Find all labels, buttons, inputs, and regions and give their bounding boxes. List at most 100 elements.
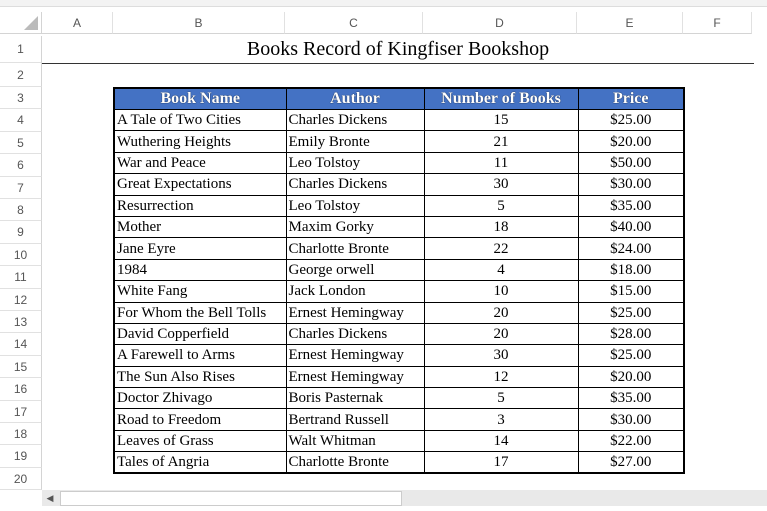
number-of-books-cell[interactable]: 3 [423,408,579,431]
author-cell[interactable]: Ernest Hemingway [285,365,425,389]
horizontal-scrollbar[interactable]: ◀ [42,490,767,506]
price-cell[interactable]: $50.00 [577,151,685,175]
row-header-16[interactable]: 16 [0,378,42,401]
author-cell[interactable]: Leo Tolstoy [285,151,425,175]
price-cell[interactable]: $27.00 [577,451,685,474]
author-cell[interactable]: Leo Tolstoy [285,194,425,217]
author-cell[interactable]: Charles Dickens [285,108,425,132]
row-header-7[interactable]: 7 [0,176,42,199]
number-of-books-cell[interactable]: 20 [423,322,579,346]
author-cell[interactable]: Walt Whitman [285,429,425,453]
number-of-books-cell[interactable]: 30 [423,344,579,367]
price-cell[interactable]: $24.00 [577,237,685,260]
author-cell[interactable]: Charlotte Bronte [285,451,425,474]
number-of-books-cell[interactable]: 10 [423,280,579,303]
row-header-4[interactable]: 4 [0,109,42,132]
row-header-1[interactable]: 1 [0,36,42,63]
price-cell[interactable]: $25.00 [577,344,685,367]
select-all-button[interactable] [0,12,42,34]
book-name-cell[interactable]: Resurrection [113,194,287,217]
price-cell[interactable]: $30.00 [577,408,685,431]
price-cell[interactable]: $28.00 [577,322,685,346]
price-cell[interactable]: $40.00 [577,215,685,239]
author-cell[interactable]: Boris Pasternak [285,387,425,410]
book-name-cell[interactable]: Leaves of Grass [113,429,287,453]
book-name-cell[interactable]: David Copperfield [113,322,287,346]
price-cell[interactable]: $30.00 [577,173,685,196]
scrollbar-thumb[interactable] [60,491,402,506]
price-cell[interactable]: $20.00 [577,130,685,153]
price-cell[interactable]: $35.00 [577,194,685,217]
column-header-A[interactable]: A [42,12,113,34]
author-cell[interactable]: Ernest Hemingway [285,301,425,324]
row-header-8[interactable]: 8 [0,199,42,222]
number-of-books-cell[interactable]: 11 [423,151,579,175]
row-header-5[interactable]: 5 [0,131,42,155]
row-header-17[interactable]: 17 [0,400,42,423]
price-cell[interactable]: $22.00 [577,429,685,453]
number-of-books-cell[interactable]: 17 [423,451,579,474]
row-header-10[interactable]: 10 [0,243,42,267]
author-cell[interactable]: Jack London [285,280,425,303]
number-of-books-cell[interactable]: 18 [423,215,579,239]
column-header-E[interactable]: E [577,12,683,34]
book-name-cell[interactable]: The Sun Also Rises [113,365,287,389]
book-name-cell[interactable]: Tales of Angria [113,451,287,474]
book-name-cell[interactable]: Great Expectations [113,173,287,196]
price-cell[interactable]: $18.00 [577,258,685,282]
book-name-cell[interactable]: 1984 [113,258,287,282]
author-cell[interactable]: Ernest Hemingway [285,344,425,367]
row-header-2[interactable]: 2 [0,63,42,87]
author-cell[interactable]: Bertrand Russell [285,408,425,431]
row-header-18[interactable]: 18 [0,423,42,446]
book-name-cell[interactable]: Wuthering Heights [113,130,287,153]
author-cell[interactable]: George orwell [285,258,425,282]
row-header-11[interactable]: 11 [0,266,42,289]
number-of-books-cell[interactable]: 20 [423,301,579,324]
author-cell[interactable]: Charlotte Bronte [285,237,425,260]
column-header-B[interactable]: B [113,12,285,34]
book-name-cell[interactable]: A Farewell to Arms [113,344,287,367]
number-of-books-cell[interactable]: 22 [423,237,579,260]
price-cell[interactable]: $25.00 [577,301,685,324]
row-header-19[interactable]: 19 [0,445,42,468]
table-row: Road to Freedom Bertrand Russell 3 $30.00 [113,408,685,431]
author-cell[interactable]: Emily Bronte [285,130,425,153]
column-header-C[interactable]: C [285,12,423,34]
number-of-books-cell[interactable]: 14 [423,429,579,453]
number-of-books-cell[interactable]: 12 [423,365,579,389]
row-header-13[interactable]: 13 [0,311,42,334]
number-of-books-cell[interactable]: 15 [423,108,579,132]
price-cell[interactable]: $25.00 [577,108,685,132]
column-header-F[interactable]: F [683,12,752,34]
scroll-left-icon[interactable]: ◀ [44,492,56,504]
row-header-9[interactable]: 9 [0,221,42,244]
author-cell[interactable]: Maxim Gorky [285,215,425,239]
row-header-14[interactable]: 14 [0,333,42,356]
number-of-books-cell[interactable]: 5 [423,194,579,217]
row-header-15[interactable]: 15 [0,355,42,379]
column-header-D[interactable]: D [423,12,577,34]
price-cell[interactable]: $35.00 [577,387,685,410]
book-name-cell[interactable]: War and Peace [113,151,287,175]
author-cell[interactable]: Charles Dickens [285,322,425,346]
book-name-cell[interactable]: For Whom the Bell Tolls [113,301,287,324]
book-name-cell[interactable]: Doctor Zhivago [113,387,287,410]
number-of-books-cell[interactable]: 30 [423,173,579,196]
price-cell[interactable]: $15.00 [577,280,685,303]
table-row: Great Expectations Charles Dickens 30 $30.0… [113,173,685,196]
row-header-12[interactable]: 12 [0,288,42,311]
book-name-cell[interactable]: A Tale of Two Cities [113,108,287,132]
book-name-cell[interactable]: Mother [113,215,287,239]
book-name-cell[interactable]: White Fang [113,280,287,303]
book-name-cell[interactable]: Jane Eyre [113,237,287,260]
row-header-6[interactable]: 6 [0,154,42,177]
book-name-cell[interactable]: Road to Freedom [113,408,287,431]
number-of-books-cell[interactable]: 5 [423,387,579,410]
row-header-3[interactable]: 3 [0,87,42,110]
row-header-20[interactable]: 20 [0,467,42,491]
price-cell[interactable]: $20.00 [577,365,685,389]
number-of-books-cell[interactable]: 4 [423,258,579,282]
number-of-books-cell[interactable]: 21 [423,130,579,153]
author-cell[interactable]: Charles Dickens [285,173,425,196]
